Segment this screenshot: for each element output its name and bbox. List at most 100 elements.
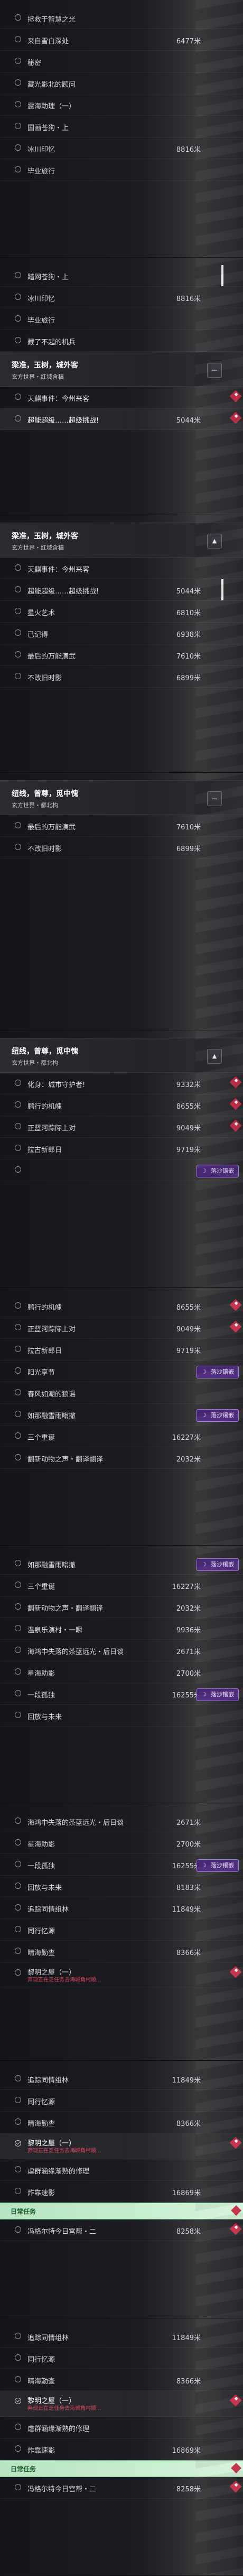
quest-row[interactable]: 冰川印忆 8816米: [0, 138, 243, 159]
untracked-circle-icon[interactable]: [15, 58, 21, 64]
quest-row[interactable]: 拉古新郎日 9719米: [0, 1138, 243, 1159]
quest-row[interactable]: 翻新动物之声・翻译翻译 2032米: [0, 1596, 243, 1618]
quest-row[interactable]: 踏网苍狗・上: [0, 265, 243, 287]
untracked-circle-icon[interactable]: [15, 1668, 21, 1675]
untracked-circle-icon[interactable]: [15, 1647, 21, 1653]
collapse-toggle-button[interactable]: ▲: [207, 534, 222, 549]
quest-row[interactable]: 超能超级……超级挑战! 5044米: [0, 408, 243, 430]
quest-row[interactable]: 炸靠速影 16869米: [0, 2181, 243, 2203]
quest-row[interactable]: 秘密: [0, 51, 243, 72]
untracked-circle-icon[interactable]: [15, 2376, 21, 2382]
map-marker-icon[interactable]: [229, 390, 242, 403]
quest-row[interactable]: 春风如潮的狼谣: [0, 1382, 243, 1404]
untracked-circle-icon[interactable]: [15, 2445, 21, 2452]
untracked-circle-icon[interactable]: [15, 2333, 21, 2339]
daily-quests-header[interactable]: 日常任务: [0, 2460, 243, 2477]
untracked-circle-icon[interactable]: [15, 1324, 21, 1330]
untracked-circle-icon[interactable]: [15, 1883, 21, 1889]
untracked-circle-icon[interactable]: [15, 1861, 21, 1867]
collapse-toggle-button[interactable]: —: [207, 791, 222, 806]
quest-row[interactable]: 最后的万能演武 7610米: [0, 815, 243, 837]
event-badge[interactable]: 落沙镶嵌: [197, 1859, 239, 1872]
quest-row[interactable]: 冰川印忆 8816米: [0, 287, 243, 308]
untracked-circle-icon[interactable]: [15, 1454, 21, 1460]
untracked-circle-icon[interactable]: [15, 166, 21, 172]
untracked-circle-icon[interactable]: [15, 1302, 21, 1309]
quest-row[interactable]: 如那融雪雨嗡撤 落沙镶嵌: [0, 1553, 243, 1575]
quest-row[interactable]: 不改旧时影 6899米: [0, 666, 243, 688]
untracked-circle-icon[interactable]: [15, 1101, 21, 1108]
quest-row[interactable]: 同行忆源: [0, 2347, 243, 2369]
quest-row[interactable]: 震海助理（一）: [0, 94, 243, 116]
map-marker-icon[interactable]: [229, 1299, 242, 1311]
untracked-circle-icon[interactable]: [15, 14, 21, 21]
collapse-toggle-button[interactable]: —: [207, 363, 222, 378]
untracked-circle-icon[interactable]: [15, 1145, 21, 1151]
quest-row[interactable]: 虐群涵缘渐熟的修理: [0, 2417, 243, 2438]
untracked-circle-icon[interactable]: [15, 1123, 21, 1129]
untracked-circle-icon[interactable]: [15, 394, 21, 400]
map-marker-icon[interactable]: [231, 2463, 241, 2473]
untracked-circle-icon[interactable]: [15, 415, 21, 422]
quest-row[interactable]: 超能超级……超级挑战! 5044米: [0, 579, 243, 601]
untracked-circle-icon[interactable]: [15, 2354, 21, 2361]
untracked-circle-icon[interactable]: [15, 144, 21, 151]
untracked-circle-icon[interactable]: [15, 1080, 21, 1086]
quest-row[interactable]: 晴海勤查 8366米: [0, 2112, 243, 2133]
quest-row[interactable]: 追踪同情组林 11849米: [0, 2068, 243, 2090]
untracked-circle-icon[interactable]: [15, 101, 21, 107]
quest-row[interactable]: 鹏行的机魄 8655米: [0, 1295, 243, 1317]
untracked-circle-icon[interactable]: [15, 2424, 21, 2430]
quest-group-header[interactable]: 梁准，玉树，城外客 玄方世界・红域含稿 —: [0, 352, 243, 387]
quest-row[interactable]: 毕业旅行: [0, 159, 243, 181]
map-marker-icon[interactable]: [229, 1076, 242, 1089]
quest-row[interactable]: 正蓝河踪际上对 9049米: [0, 1116, 243, 1138]
untracked-circle-icon[interactable]: [15, 564, 21, 571]
event-badge[interactable]: 落沙镶嵌: [197, 1558, 239, 1571]
quest-row[interactable]: 天麒事件：今州来客: [0, 387, 243, 408]
map-marker-icon[interactable]: [229, 1320, 242, 1333]
event-badge[interactable]: 落沙镶嵌: [197, 1165, 239, 1177]
untracked-circle-icon[interactable]: [15, 673, 21, 679]
untracked-circle-icon[interactable]: [15, 1346, 21, 1352]
untracked-circle-icon[interactable]: [15, 2226, 21, 2233]
untracked-circle-icon[interactable]: [15, 2484, 21, 2490]
event-badge[interactable]: 落沙镶嵌: [197, 1688, 239, 1701]
untracked-circle-icon[interactable]: [15, 79, 21, 86]
quest-row[interactable]: 追踪同情组林 11849米: [0, 1897, 243, 1919]
quest-row[interactable]: 冯格尔特今日宫帮・二 8258米: [0, 2477, 243, 2499]
untracked-circle-icon[interactable]: [15, 2075, 21, 2081]
map-marker-icon[interactable]: [229, 2136, 242, 2149]
quest-row[interactable]: 藏光影北的顾问: [0, 72, 243, 94]
untracked-circle-icon[interactable]: [15, 1948, 21, 1954]
map-marker-icon[interactable]: [229, 1966, 242, 1978]
quest-row[interactable]: 正蓝河踪际上对 9049米: [0, 1317, 243, 1339]
quest-group-header[interactable]: 纽线，曾尊，觅中愧 玄方世界・都北构 —: [0, 780, 243, 815]
map-marker-icon[interactable]: [229, 1119, 242, 1132]
quest-row[interactable]: 追踪同情组林 11849米: [0, 2326, 243, 2347]
quest-row[interactable]: 国画苍狗・上: [0, 116, 243, 138]
quest-row[interactable]: 冯格尔特今日宫帮・二 8258米: [0, 2219, 243, 2241]
quest-row[interactable]: 虐群涵缘渐熟的修理: [0, 2159, 243, 2181]
quest-row[interactable]: 温泉乐演村・一瞬 9936米: [0, 1618, 243, 1640]
quest-row[interactable]: 晴海勤查 8366米: [0, 1941, 243, 1962]
untracked-circle-icon[interactable]: [15, 2097, 21, 2103]
untracked-circle-icon[interactable]: [15, 1712, 21, 1718]
quest-row[interactable]: 晴海勤查 8366米: [0, 2369, 243, 2391]
quest-group-header[interactable]: 梁准，玉树，城外客 玄方世界・红域含稿 ▲: [0, 523, 243, 558]
untracked-circle-icon[interactable]: [15, 608, 21, 614]
quest-row[interactable]: 天麒事件：今州来客: [0, 558, 243, 579]
untracked-circle-icon[interactable]: [15, 315, 21, 322]
quest-row[interactable]: 海鸿中失落的茶蓝远光・后日谈 2671米: [0, 1640, 243, 1661]
map-marker-icon[interactable]: [229, 2223, 242, 2235]
untracked-circle-icon[interactable]: [15, 1625, 21, 1631]
quest-row[interactable]: 三个重诞 16227米: [0, 1575, 243, 1596]
quest-row[interactable]: 如那融雪雨嗡撤 落沙镶嵌: [0, 1404, 243, 1426]
quest-row[interactable]: 星海助影 2700米: [0, 1661, 243, 1683]
quest-row[interactable]: 落沙镶嵌: [0, 1159, 243, 1181]
map-marker-icon[interactable]: [229, 1098, 242, 1110]
untracked-circle-icon[interactable]: [15, 1926, 21, 1932]
tracked-check-icon[interactable]: [15, 2140, 21, 2146]
untracked-circle-icon[interactable]: [15, 1432, 21, 1439]
untracked-circle-icon[interactable]: [15, 1969, 21, 1976]
